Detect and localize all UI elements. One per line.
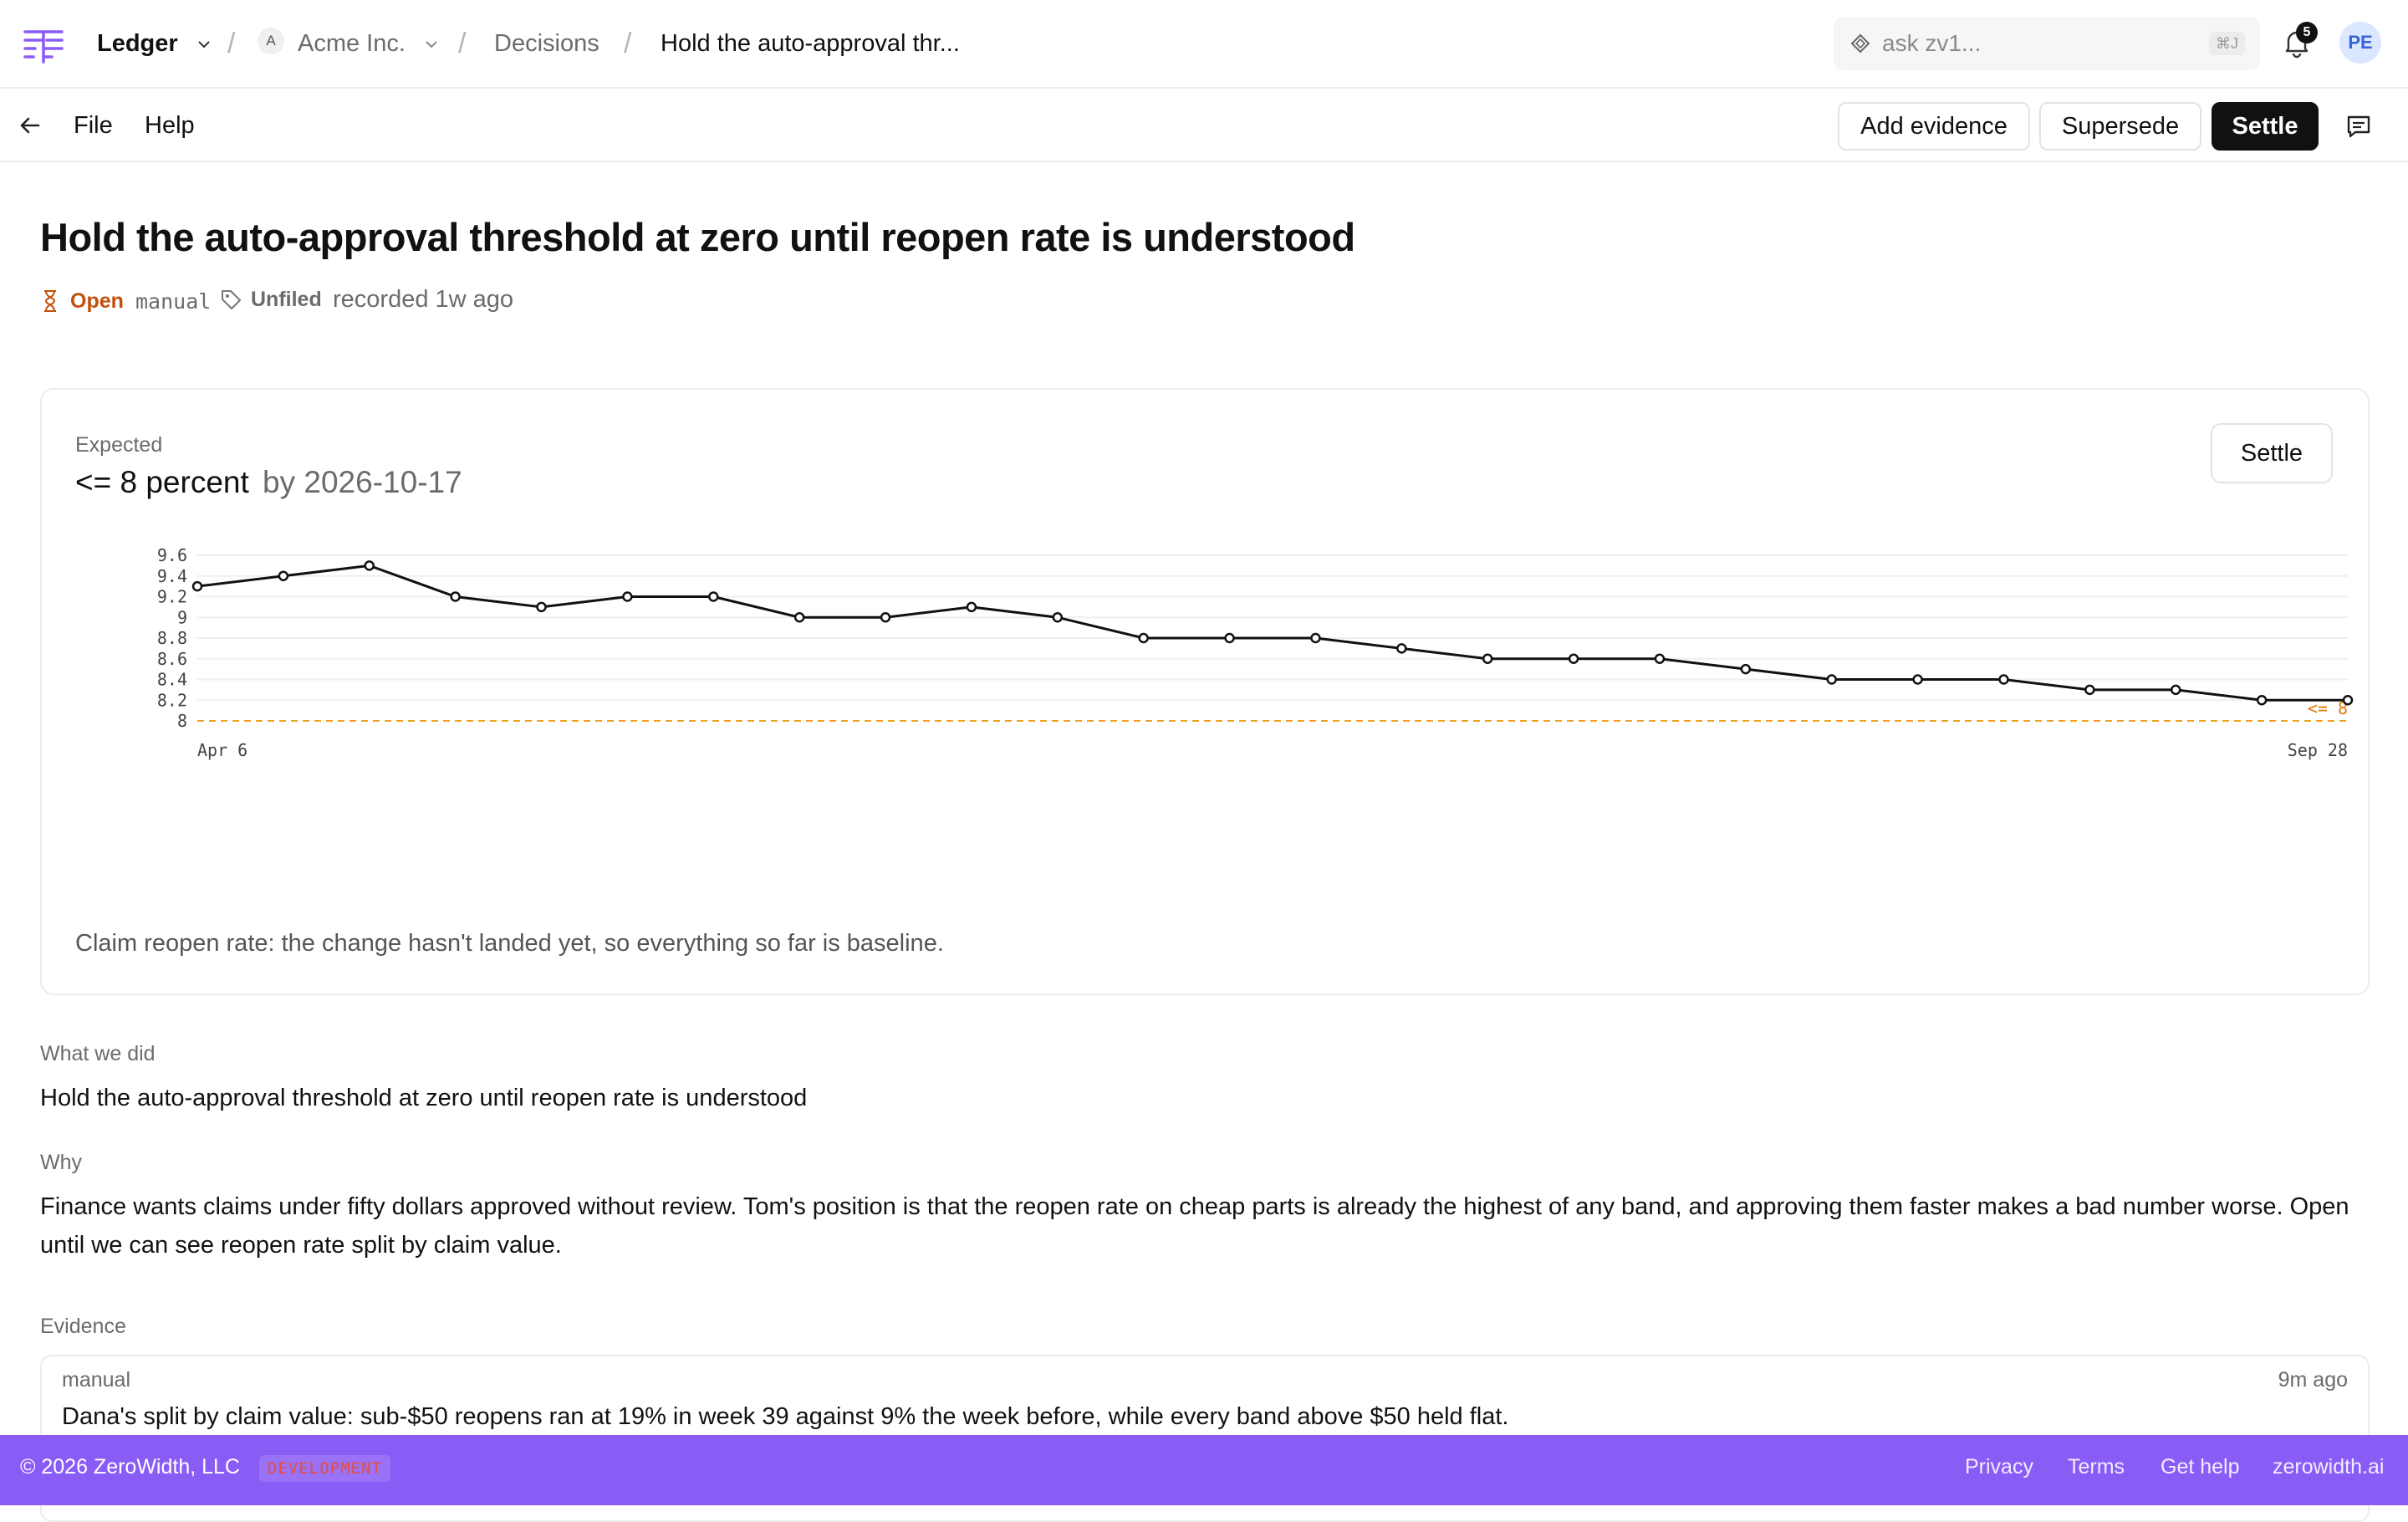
y-tick-label: 8.8 [157,628,187,648]
expected-target: <= 8 percent [75,465,249,499]
chart-caption: Claim reopen rate: the change hasn't lan… [75,930,944,957]
data-point [1138,632,1149,644]
comment-icon[interactable] [2344,112,2373,140]
data-point [1224,632,1235,644]
data-point [450,591,461,602]
what-we-did-label: What we did [40,1042,156,1065]
ai-sparkle-icon [1850,33,1870,54]
expected-value: <= 8 percent by 2026-10-17 [75,465,462,500]
recorded-time: recorded 1w ago [333,286,514,313]
y-tick-label: 8.4 [157,670,187,690]
supersede-button[interactable]: Supersede [2039,102,2201,151]
data-point [2084,684,2095,696]
search-input[interactable] [1880,25,2181,62]
footer-terms-link[interactable]: Terms [2068,1455,2125,1479]
breadcrumb-decisions[interactable]: Decisions [494,25,599,62]
chevron-down-icon [426,41,437,49]
data-point [2256,695,2268,706]
y-tick-label: 9.6 [157,545,187,565]
breadcrumb-separator: / [458,28,467,59]
data-point [622,591,633,602]
data-point [708,591,719,602]
data-point [191,580,203,592]
data-point [1052,612,1064,623]
card-settle-button[interactable]: Settle [2211,423,2333,483]
org-name: Acme Inc. [298,30,406,57]
reopen-rate-chart: 9.69.49.298.88.68.48.28<= 8Apr 6 Sep 28 [157,545,2354,760]
hourglass-icon [44,290,56,312]
app-name: Ledger [97,30,178,57]
y-tick-label: 8.2 [157,690,187,710]
data-point [1396,643,1407,654]
data-point [966,601,977,613]
menu-file[interactable]: File [74,107,113,144]
chevron-down-icon [198,41,210,49]
x-tick-label: Apr 6 [197,740,247,760]
data-point [1740,663,1752,675]
menu-help[interactable]: Help [145,107,195,144]
breadcrumb-separator: / [227,28,236,59]
tag-icon [222,290,241,309]
data-point [536,601,547,613]
evidence-source: manual [62,1368,130,1392]
org-switcher[interactable]: Acme Inc. [298,25,439,62]
breadcrumb-separator: / [624,28,632,59]
top-bar: Ledger / A Acme Inc. / Decisions / Hold … [0,0,2408,89]
decision-toolbar: File Help Add evidence Supersede Settle [0,89,2408,162]
footer-help-link[interactable]: Get help [2161,1455,2240,1479]
data-point [1568,653,1579,664]
data-point [2342,695,2354,706]
copyright: © 2026 ZeroWidth, LLC [20,1455,240,1479]
x-tick-label: Sep 28 [2288,740,2348,760]
data-point [1310,632,1321,644]
status-badge: Open [70,289,124,313]
notification-count-badge: 5 [2296,22,2318,43]
search-box[interactable]: ⌘J [1834,17,2260,70]
expected-outcome-card: Expected <= 8 percent by 2026-10-17 Sett… [40,388,2370,995]
why-text: Finance wants claims under fifty dollars… [40,1193,2349,1259]
data-point [793,612,805,623]
user-avatar[interactable]: PE [2339,22,2381,64]
arrow-left-icon[interactable] [17,112,43,139]
settle-button[interactable]: Settle [2212,102,2319,151]
app-switcher[interactable]: Ledger [97,25,212,62]
data-point [364,560,375,571]
expected-deadline: by 2026-10-17 [263,465,462,499]
y-tick-label: 8 [177,711,187,731]
data-point [1482,653,1493,664]
data-point [1912,674,1923,685]
y-tick-label: 9.2 [157,587,187,607]
footer: © 2026 ZeroWidth, LLC DEVELOPMENT Privac… [0,1435,2408,1505]
page-title: Hold the auto-approval threshold at zero… [40,215,1355,259]
evidence-time: 9m ago [2278,1368,2348,1392]
why-label: Why [40,1151,82,1174]
evidence-label: Evidence [40,1315,126,1338]
org-avatar: A [258,28,284,54]
data-point [880,612,891,623]
evidence-text: Dana's split by claim value: sub-$50 reo… [62,1403,1509,1430]
expected-label: Expected [75,433,163,457]
breadcrumb-current: Hold the auto-approval thr... [661,30,960,57]
data-point [1998,674,2009,685]
footer-privacy-link[interactable]: Privacy [1965,1455,2033,1479]
y-tick-label: 9.4 [157,566,187,586]
source-label: manual [135,289,212,314]
footer-site-link[interactable]: zerowidth.ai [2273,1455,2384,1479]
add-evidence-button[interactable]: Add evidence [1838,102,2030,151]
tag-label[interactable]: Unfiled [251,288,322,312]
y-tick-label: 8.6 [157,649,187,669]
what-we-did-text: Hold the auto-approval threshold at zero… [40,1085,808,1111]
app-logo-icon[interactable] [23,28,64,64]
data-point [1826,674,1837,685]
data-point [1654,653,1666,664]
environment-badge: DEVELOPMENT [259,1455,390,1482]
y-tick-label: 9 [177,607,187,627]
shortcut-hint: ⌘J [2209,32,2245,55]
data-point [2170,684,2181,696]
data-point [278,570,289,581]
